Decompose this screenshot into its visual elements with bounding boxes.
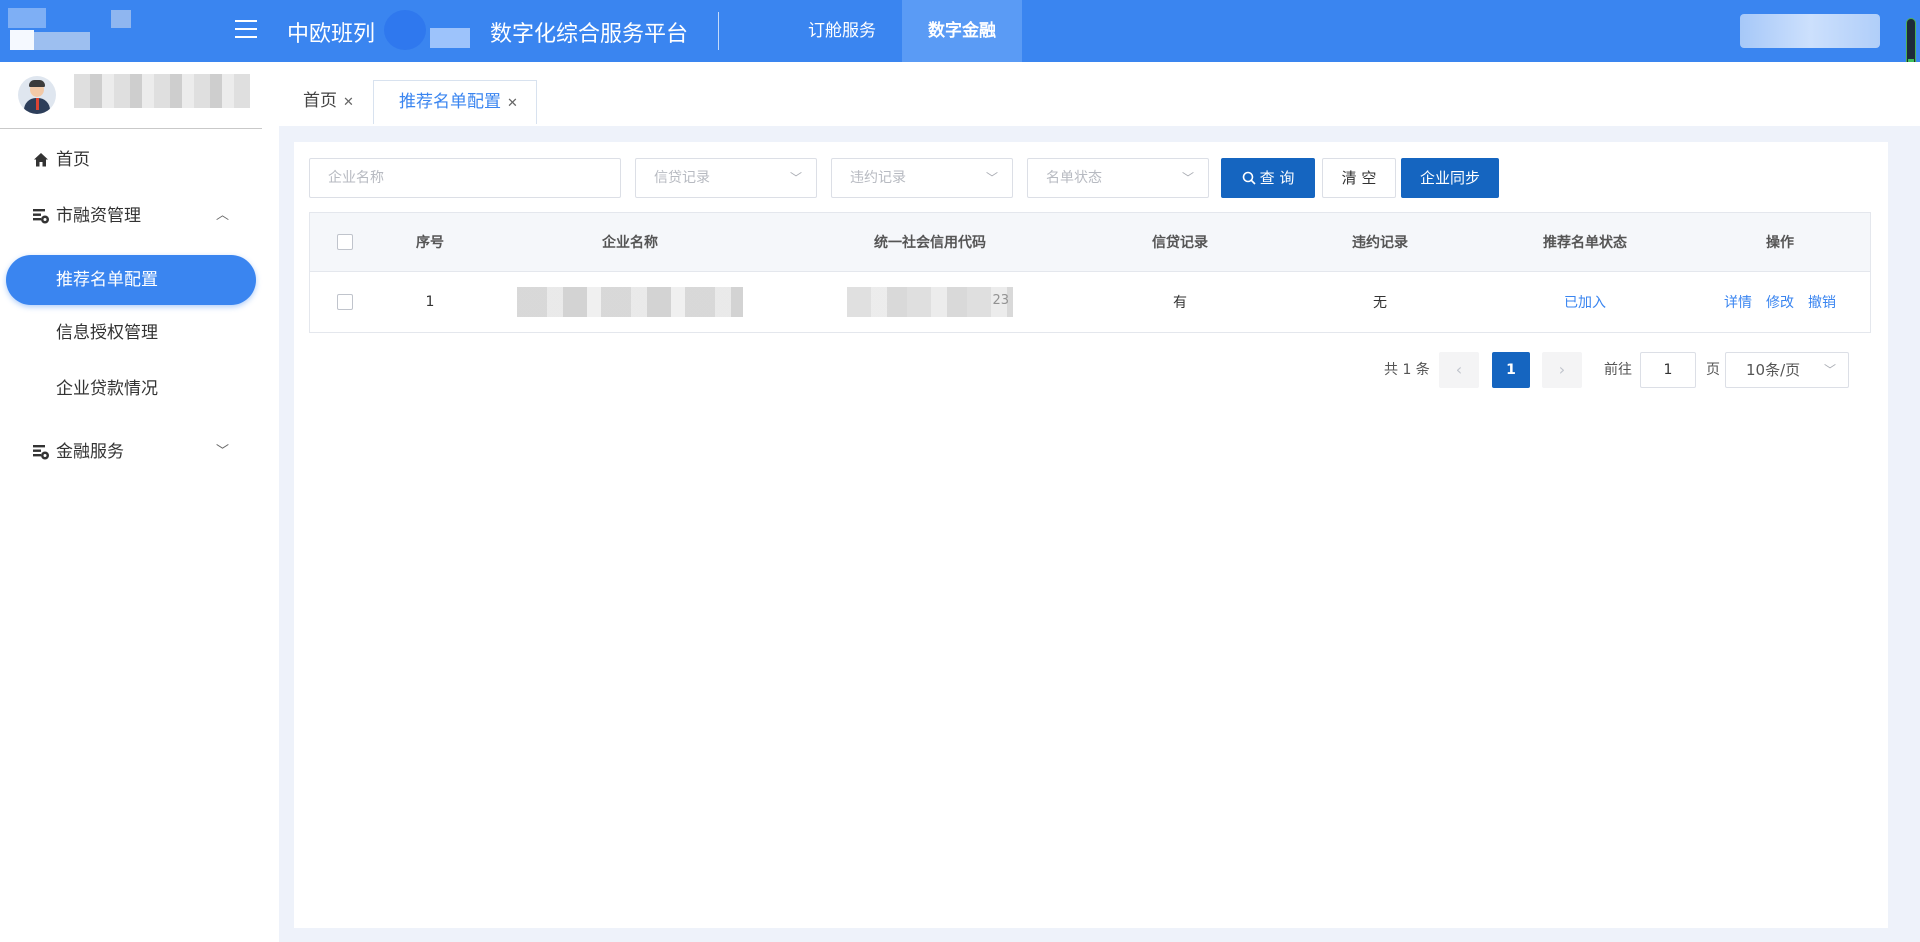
- company-name-cell: [480, 272, 780, 332]
- platform-title: 中欧班列 数字化综合服务平台: [287, 16, 688, 48]
- title-prefix: 中欧班列: [287, 22, 376, 47]
- finance-settings-icon: [33, 209, 49, 224]
- close-icon[interactable]: ✕: [343, 95, 354, 110]
- violation-record-cell: 无: [1373, 295, 1387, 311]
- tab-label: 首页: [303, 91, 337, 111]
- sidebar-item-loan-status[interactable]: 企业贷款情况: [0, 367, 262, 411]
- sidebar-group-financing[interactable]: 市融资管理 ︿: [0, 194, 262, 238]
- edit-link[interactable]: 修改: [1766, 292, 1794, 312]
- chevron-down-icon: ﹀: [216, 444, 230, 459]
- row-select-cell: [310, 272, 380, 332]
- top-header: 中欧班列 数字化综合服务平台 订舱服务 数字金融: [0, 0, 1920, 62]
- user-info[interactable]: [1740, 14, 1880, 48]
- chevron-right-icon: ›: [1558, 360, 1566, 379]
- prev-page-button[interactable]: ‹: [1439, 352, 1479, 388]
- title-suffix: 数字化综合服务平台: [490, 22, 689, 47]
- tab-recommend-list[interactable]: 推荐名单配置 ✕: [373, 80, 537, 124]
- sidebar-item-label: 企业贷款情况: [56, 379, 158, 399]
- sidebar-item-label: 信息授权管理: [56, 323, 158, 343]
- status-link[interactable]: 已加入: [1564, 292, 1606, 312]
- chevron-up-icon: ︿: [216, 208, 230, 223]
- credit-record-cell: 有: [1173, 295, 1187, 311]
- close-icon[interactable]: ✕: [507, 96, 518, 111]
- hamburger-menu-icon[interactable]: [235, 20, 257, 40]
- clear-button[interactable]: 清 空: [1322, 158, 1396, 198]
- sidebar-item-label: 市融资管理: [56, 206, 141, 226]
- sidebar-item-label: 首页: [56, 150, 90, 170]
- query-label: 查 询: [1259, 169, 1295, 187]
- sidebar-item-recommend-list[interactable]: 推荐名单配置: [6, 255, 256, 305]
- sidebar-item-label: 推荐名单配置: [56, 270, 158, 290]
- column-header: 违约记录: [1352, 235, 1408, 251]
- company-sync-button[interactable]: 企业同步: [1401, 158, 1499, 198]
- credit-code-tail: 23: [992, 293, 1009, 308]
- query-button[interactable]: 查 询: [1221, 158, 1315, 198]
- sidebar-item-auth-management[interactable]: 信息授权管理: [0, 311, 262, 355]
- table-header: 序号 企业名称 统一社会信用代码 信贷记录 违约记录 推荐名单状态 操作: [310, 213, 1870, 272]
- logo: [8, 8, 131, 54]
- row-checkbox[interactable]: [337, 294, 353, 310]
- finance-settings-icon: [33, 445, 49, 460]
- table-row: 1 23 有 无 已加入 详情 修改 撤销: [310, 272, 1870, 332]
- chevron-down-icon: ﹀: [1181, 171, 1194, 185]
- page-size-value: 10条/页: [1746, 361, 1801, 379]
- column-header: 序号: [416, 235, 444, 251]
- list-status-select[interactable]: 名单状态 ﹀: [1027, 158, 1209, 198]
- redacted-credit-code: 23: [847, 287, 1013, 317]
- chevron-down-icon: ﹀: [1823, 363, 1836, 377]
- sidebar-item-label: 金融服务: [56, 442, 124, 462]
- page-number-button[interactable]: 1: [1492, 352, 1530, 388]
- select-placeholder: 信贷记录: [654, 170, 710, 186]
- pagination-total: 共 1 条: [1384, 362, 1430, 378]
- next-page-button[interactable]: ›: [1542, 352, 1582, 388]
- sidebar-group-finance-service[interactable]: 金融服务 ﹀: [0, 430, 262, 474]
- detail-link[interactable]: 详情: [1724, 292, 1752, 312]
- select-placeholder: 违约记录: [850, 170, 906, 186]
- company-name-input[interactable]: 企业名称: [309, 158, 621, 198]
- nav-tab-booking[interactable]: 订舱服务: [792, 0, 892, 62]
- page-unit-label: 页: [1706, 362, 1720, 378]
- sidebar-divider: [0, 128, 262, 129]
- goto-label: 前往: [1604, 362, 1632, 378]
- column-header: 操作: [1766, 235, 1794, 251]
- content-panel: 企业名称 信贷记录 ﹀ 违约记录 ﹀ 名单状态 ﹀ 查 询 清 空 企业同步 序…: [294, 142, 1888, 928]
- tabs-bar: 首页 ✕ 推荐名单配置 ✕: [279, 62, 1920, 126]
- column-header: 信贷记录: [1152, 235, 1208, 251]
- chevron-left-icon: ‹: [1455, 360, 1463, 379]
- status-cell: 已加入: [1480, 272, 1690, 332]
- column-header: 统一社会信用代码: [874, 235, 986, 251]
- chevron-down-icon: ﹀: [985, 171, 998, 185]
- header-divider: [718, 12, 719, 50]
- select-all-checkbox[interactable]: [337, 234, 353, 250]
- goto-page-input[interactable]: 1: [1640, 352, 1696, 388]
- row-index: 1: [425, 294, 435, 310]
- sidebar-item-home[interactable]: 首页: [0, 138, 262, 182]
- column-header: 推荐名单状态: [1543, 235, 1627, 251]
- recommend-list-table: 序号 企业名称 统一社会信用代码 信贷记录 违约记录 推荐名单状态 操作 1 2…: [309, 212, 1871, 333]
- credit-record-select[interactable]: 信贷记录 ﹀: [635, 158, 817, 198]
- select-all-cell: [310, 213, 380, 271]
- tab-home[interactable]: 首页 ✕: [303, 80, 373, 124]
- home-icon: [34, 153, 48, 167]
- actions-cell: 详情 修改 撤销: [1690, 272, 1870, 332]
- violation-record-select[interactable]: 违约记录 ﹀: [831, 158, 1013, 198]
- page-size-select[interactable]: 10条/页 ﹀: [1725, 352, 1849, 388]
- sidebar: 首页 市融资管理 ︿ 推荐名单配置 信息授权管理 企业贷款情况 金融服务 ﹀: [0, 62, 264, 942]
- credit-code-cell: 23: [780, 272, 1080, 332]
- username: [74, 74, 250, 108]
- redacted-company-name: [517, 287, 743, 317]
- main-content: 首页 ✕ 推荐名单配置 ✕ 企业名称 信贷记录 ﹀ 违约记录 ﹀ 名单状态 ﹀ 查 …: [279, 62, 1920, 942]
- avatar[interactable]: [18, 76, 56, 114]
- revoke-link[interactable]: 撤销: [1808, 292, 1836, 312]
- tab-label: 推荐名单配置: [399, 92, 501, 112]
- nav-tab-digital-finance[interactable]: 数字金融: [902, 0, 1022, 62]
- search-icon: [1242, 171, 1256, 185]
- column-header: 企业名称: [602, 235, 658, 251]
- chevron-down-icon: ﹀: [789, 171, 802, 185]
- select-placeholder: 名单状态: [1046, 170, 1102, 186]
